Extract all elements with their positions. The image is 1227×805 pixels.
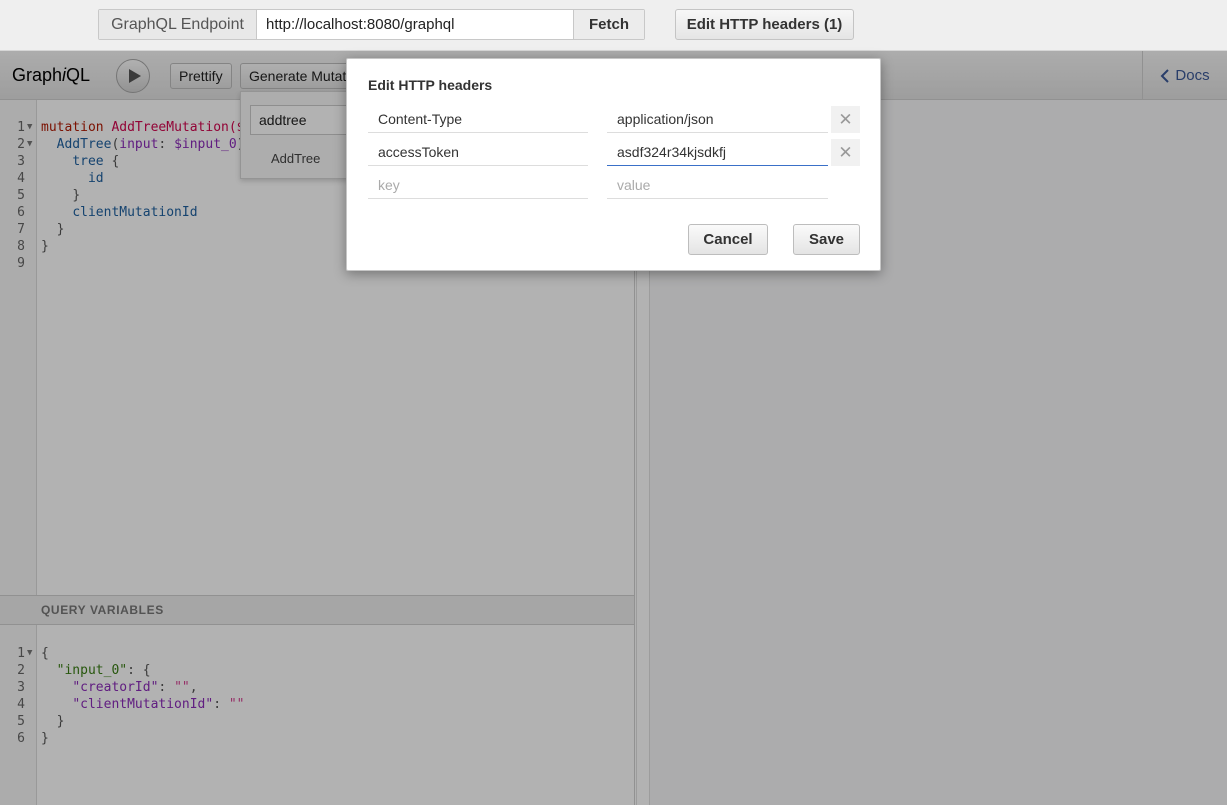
header-value-input[interactable] — [607, 106, 828, 133]
close-icon: ✕ — [838, 142, 853, 162]
endpoint-label: GraphQL Endpoint — [99, 10, 257, 39]
endpoint-group: GraphQL Endpoint Fetch — [98, 9, 645, 40]
modal-title: Edit HTTP headers — [368, 77, 493, 93]
header-key-input[interactable] — [368, 139, 588, 166]
endpoint-bar: GraphQL Endpoint Fetch Edit HTTP headers… — [0, 0, 1227, 51]
close-icon: ✕ — [838, 109, 853, 129]
fetch-button[interactable]: Fetch — [573, 10, 644, 39]
new-header-key-input[interactable] — [368, 172, 588, 199]
header-value-input[interactable] — [607, 139, 828, 166]
endpoint-url-input[interactable] — [257, 10, 573, 39]
header-row: ✕ — [368, 106, 860, 133]
new-header-value-input[interactable] — [607, 172, 828, 199]
header-key-input[interactable] — [368, 106, 588, 133]
delete-header-button[interactable]: ✕ — [831, 139, 860, 166]
edit-headers-button[interactable]: Edit HTTP headers (1) — [675, 9, 854, 40]
delete-header-button[interactable]: ✕ — [831, 106, 860, 133]
edit-headers-modal: Edit HTTP headers ✕ ✕ Cancel Save — [346, 58, 881, 271]
header-row: ✕ — [368, 139, 860, 166]
save-button[interactable]: Save — [793, 224, 860, 255]
cancel-button[interactable]: Cancel — [688, 224, 768, 255]
new-header-row — [368, 172, 860, 199]
